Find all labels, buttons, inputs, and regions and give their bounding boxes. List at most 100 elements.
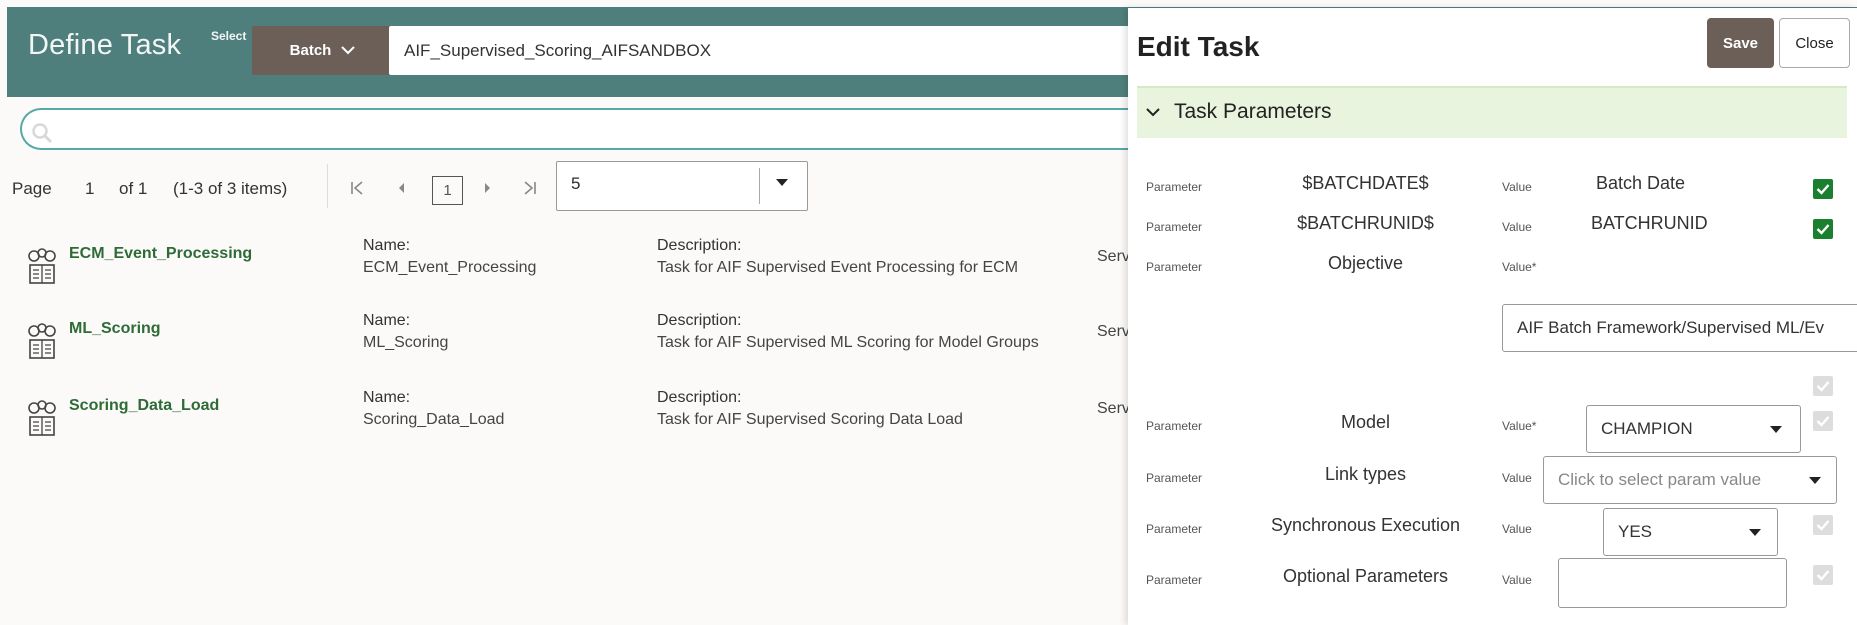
value-label: Value* [1502, 419, 1537, 433]
close-button[interactable]: Close [1779, 18, 1850, 68]
edit-task-panel: Edit Task Save Close Task Parameters Par… [1128, 8, 1857, 625]
page-size-select[interactable]: 5 [556, 161, 808, 211]
name-label: Name: [363, 389, 411, 406]
enabled-checkbox[interactable] [1813, 376, 1833, 396]
checkmark-icon [1816, 224, 1830, 235]
checkmark-icon [1816, 520, 1830, 531]
section-title: Task Parameters [1174, 100, 1332, 123]
enabled-checkbox[interactable] [1813, 515, 1833, 535]
page-size-value: 5 [571, 174, 581, 193]
task-row: ML_Scoring Name: ML_Scoring Description:… [24, 312, 1134, 378]
task-link[interactable]: ML_Scoring [69, 320, 161, 338]
link-types-select[interactable]: Click to select param value [1543, 456, 1837, 504]
checkmark-icon [1816, 570, 1830, 581]
batch-name-field[interactable]: AIF_Supervised_Scoring_AIFSANDBOX [389, 26, 1149, 75]
enabled-checkbox[interactable] [1813, 411, 1833, 431]
sync-select-value: YES [1618, 522, 1653, 541]
parameter-name: $BATCHDATE$ [1302, 173, 1429, 193]
checkmark-icon [1816, 416, 1830, 427]
select-label: Select [211, 29, 247, 43]
description-value: Task for AIF Supervised Scoring Data Loa… [657, 411, 963, 428]
name-label: Name: [363, 237, 411, 254]
chevron-down-icon [341, 46, 356, 55]
chevron-down-icon [1146, 108, 1160, 117]
task-gear-icon [28, 400, 56, 436]
pager-divider [327, 164, 328, 208]
value-label: Value [1502, 522, 1532, 536]
description-value: Task for AIF Supervised ML Scoring for M… [657, 334, 1039, 351]
batch-dropdown-button[interactable]: Batch [252, 26, 393, 75]
param-row: Parameter Objective Value* [1128, 245, 1857, 285]
page-current: 1 [85, 179, 95, 198]
value-label: Value [1502, 573, 1532, 587]
value-label: Value* [1502, 260, 1537, 274]
enabled-checkbox[interactable] [1813, 565, 1833, 585]
next-page-icon[interactable] [482, 180, 494, 199]
description-label: Description: [657, 312, 742, 329]
value-label: Value [1502, 471, 1532, 485]
task-link[interactable]: ECM_Event_Processing [69, 245, 252, 263]
model-select[interactable]: CHAMPION [1586, 405, 1801, 453]
previous-page-icon[interactable] [395, 180, 407, 199]
objective-input[interactable]: AIF Batch Framework/Supervised ML/Ev [1502, 304, 1857, 352]
task-parameters-section-header[interactable]: Task Parameters [1137, 86, 1847, 138]
name-value: ECM_Event_Processing [363, 259, 537, 276]
optional-parameters-input[interactable] [1558, 558, 1787, 608]
panel-title: Edit Task [1137, 31, 1260, 62]
parameter-name: $BATCHRUNID$ [1297, 213, 1434, 233]
page-number-box[interactable]: 1 [432, 176, 463, 205]
param-row: Parameter $BATCHDATE$ Value Batch Date [1128, 165, 1857, 205]
enabled-checkbox[interactable] [1813, 219, 1833, 239]
last-page-icon[interactable] [522, 180, 538, 199]
parameter-label: Parameter [1146, 180, 1203, 194]
synchronous-execution-select[interactable]: YES [1603, 508, 1778, 556]
value-label: Value [1502, 180, 1532, 194]
parameter-name: Optional Parameters [1282, 566, 1449, 586]
enabled-checkbox[interactable] [1813, 179, 1833, 199]
task-row: Scoring_Data_Load Name: Scoring_Data_Loa… [24, 389, 1134, 455]
truncated-column: Serv [1097, 400, 1130, 417]
caret-down-icon [1809, 477, 1821, 484]
parameter-name: Objective [1327, 253, 1404, 273]
task-row: ECM_Event_Processing Name: ECM_Event_Pro… [24, 237, 1134, 303]
name-value: Scoring_Data_Load [363, 411, 505, 428]
parameter-label: Parameter [1146, 260, 1203, 274]
model-select-value: CHAMPION [1601, 419, 1693, 438]
save-button[interactable]: Save [1707, 18, 1774, 68]
task-gear-icon [28, 323, 56, 359]
search-input[interactable] [20, 108, 1200, 150]
name-label: Name: [363, 312, 411, 329]
task-link[interactable]: Scoring_Data_Load [69, 397, 219, 415]
checkmark-icon [1816, 184, 1830, 195]
value-label: Value [1502, 220, 1532, 234]
link-types-placeholder: Click to select param value [1558, 470, 1762, 489]
parameter-name: Model [1340, 412, 1391, 432]
description-label: Description: [657, 237, 742, 254]
param-row: Parameter $BATCHRUNID$ Value BATCHRUNID [1128, 205, 1857, 245]
caret-down-icon [1749, 529, 1761, 536]
parameter-value: BATCHRUNID [1591, 213, 1708, 233]
parameter-label: Parameter [1146, 522, 1203, 536]
parameter-name: Link types [1324, 464, 1407, 484]
caret-down-icon [1770, 426, 1782, 433]
parameter-label: Parameter [1146, 471, 1203, 485]
truncated-column: Serv [1097, 323, 1130, 340]
page-title: Define Task [28, 29, 182, 61]
items-count: (1-3 of 3 items) [173, 179, 288, 198]
name-value: ML_Scoring [363, 334, 449, 351]
caret-down-icon [776, 179, 788, 186]
first-page-icon[interactable] [349, 180, 365, 199]
parameter-value: Batch Date [1596, 173, 1686, 193]
truncated-column: Serv [1097, 248, 1130, 265]
description-label: Description: [657, 389, 742, 406]
parameter-label: Parameter [1146, 220, 1203, 234]
search-icon [32, 123, 53, 144]
select-divider [759, 168, 760, 204]
checkmark-icon [1816, 381, 1830, 392]
parameter-label: Parameter [1146, 419, 1203, 433]
batch-button-label: Batch [289, 42, 332, 59]
parameter-label: Parameter [1146, 573, 1203, 587]
description-value: Task for AIF Supervised Event Processing… [657, 259, 1019, 276]
parameter-name: Synchronous Execution [1270, 515, 1461, 535]
page-total: of 1 [119, 179, 148, 198]
